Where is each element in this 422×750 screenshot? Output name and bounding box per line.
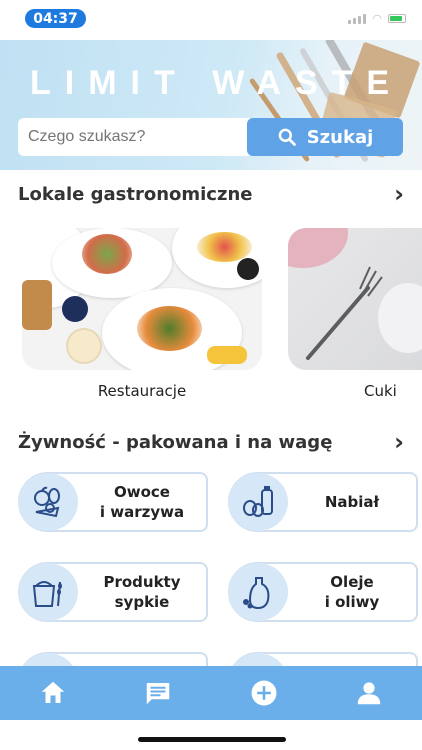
category-card-partial[interactable] — [228, 652, 418, 667]
status-bar: 04:37 ◠ — [0, 0, 422, 40]
home-indicator-area — [0, 720, 422, 750]
dairy-icon — [228, 473, 288, 531]
category-bulk-products[interactable]: Produkty sypkie — [18, 562, 208, 622]
chevron-right-icon[interactable]: › — [394, 182, 404, 206]
bulk-products-icon — [18, 563, 78, 621]
add-icon — [251, 680, 277, 706]
search-button-label: Szukaj — [306, 126, 374, 148]
venue-card-restaurants[interactable]: Restauracje — [22, 228, 262, 400]
status-icons: ◠ — [348, 12, 406, 25]
section-title: Żywność - pakowana i na wagę — [18, 431, 333, 453]
category-card-partial[interactable] — [18, 652, 208, 667]
bottom-navigation — [0, 666, 422, 720]
category-fruit-vegetables[interactable]: Owoce i warzywa — [18, 472, 208, 532]
category-dairy[interactable]: Nabiał — [228, 472, 418, 532]
category-icon — [228, 653, 288, 667]
food-category-grid[interactable]: Owoce i warzywa Nabiał Produkty sypkie O… — [18, 472, 422, 667]
venue-card-sweets[interactable]: Cuki — [288, 228, 422, 400]
home-indicator[interactable] — [138, 737, 286, 742]
fruit-vegetables-icon — [18, 473, 78, 531]
venue-label: Cuki — [364, 382, 397, 400]
home-icon — [41, 681, 64, 703]
search-icon — [278, 128, 296, 146]
nav-add[interactable] — [234, 666, 294, 720]
app-title: LIMIT WASTE — [30, 64, 404, 102]
status-time: 04:37 — [25, 9, 86, 28]
profile-icon — [358, 682, 381, 705]
category-label: Produkty sypkie — [103, 572, 181, 611]
signal-icon — [348, 13, 367, 24]
search-input[interactable] — [18, 118, 250, 156]
category-label: Oleje i oliwy — [324, 572, 380, 611]
section-header-food[interactable]: Żywność - pakowana i na wagę › — [18, 430, 404, 454]
venue-label: Restauracje — [97, 382, 187, 400]
section-header-venues[interactable]: Lokale gastronomiczne › — [18, 182, 404, 206]
messages-icon — [147, 683, 170, 705]
category-icon — [18, 653, 78, 667]
restaurant-photo — [22, 228, 262, 370]
nav-home[interactable] — [23, 666, 83, 720]
wifi-icon: ◠ — [372, 12, 382, 25]
category-oils[interactable]: Oleje i oliwy — [228, 562, 418, 622]
battery-icon — [388, 14, 406, 23]
venue-carousel[interactable]: Restauracje Cuki — [20, 228, 422, 413]
nav-profile[interactable] — [339, 666, 399, 720]
nav-messages[interactable] — [128, 666, 188, 720]
category-label: Owoce i warzywa — [99, 482, 185, 521]
hero-banner: LIMIT WASTE Szukaj — [0, 40, 422, 170]
search-button[interactable]: Szukaj — [247, 118, 403, 156]
sweets-photo — [288, 228, 422, 370]
chevron-right-icon[interactable]: › — [394, 430, 404, 454]
section-title: Lokale gastronomiczne — [18, 183, 253, 205]
category-label: Nabiał — [324, 492, 380, 511]
oils-icon — [228, 563, 288, 621]
